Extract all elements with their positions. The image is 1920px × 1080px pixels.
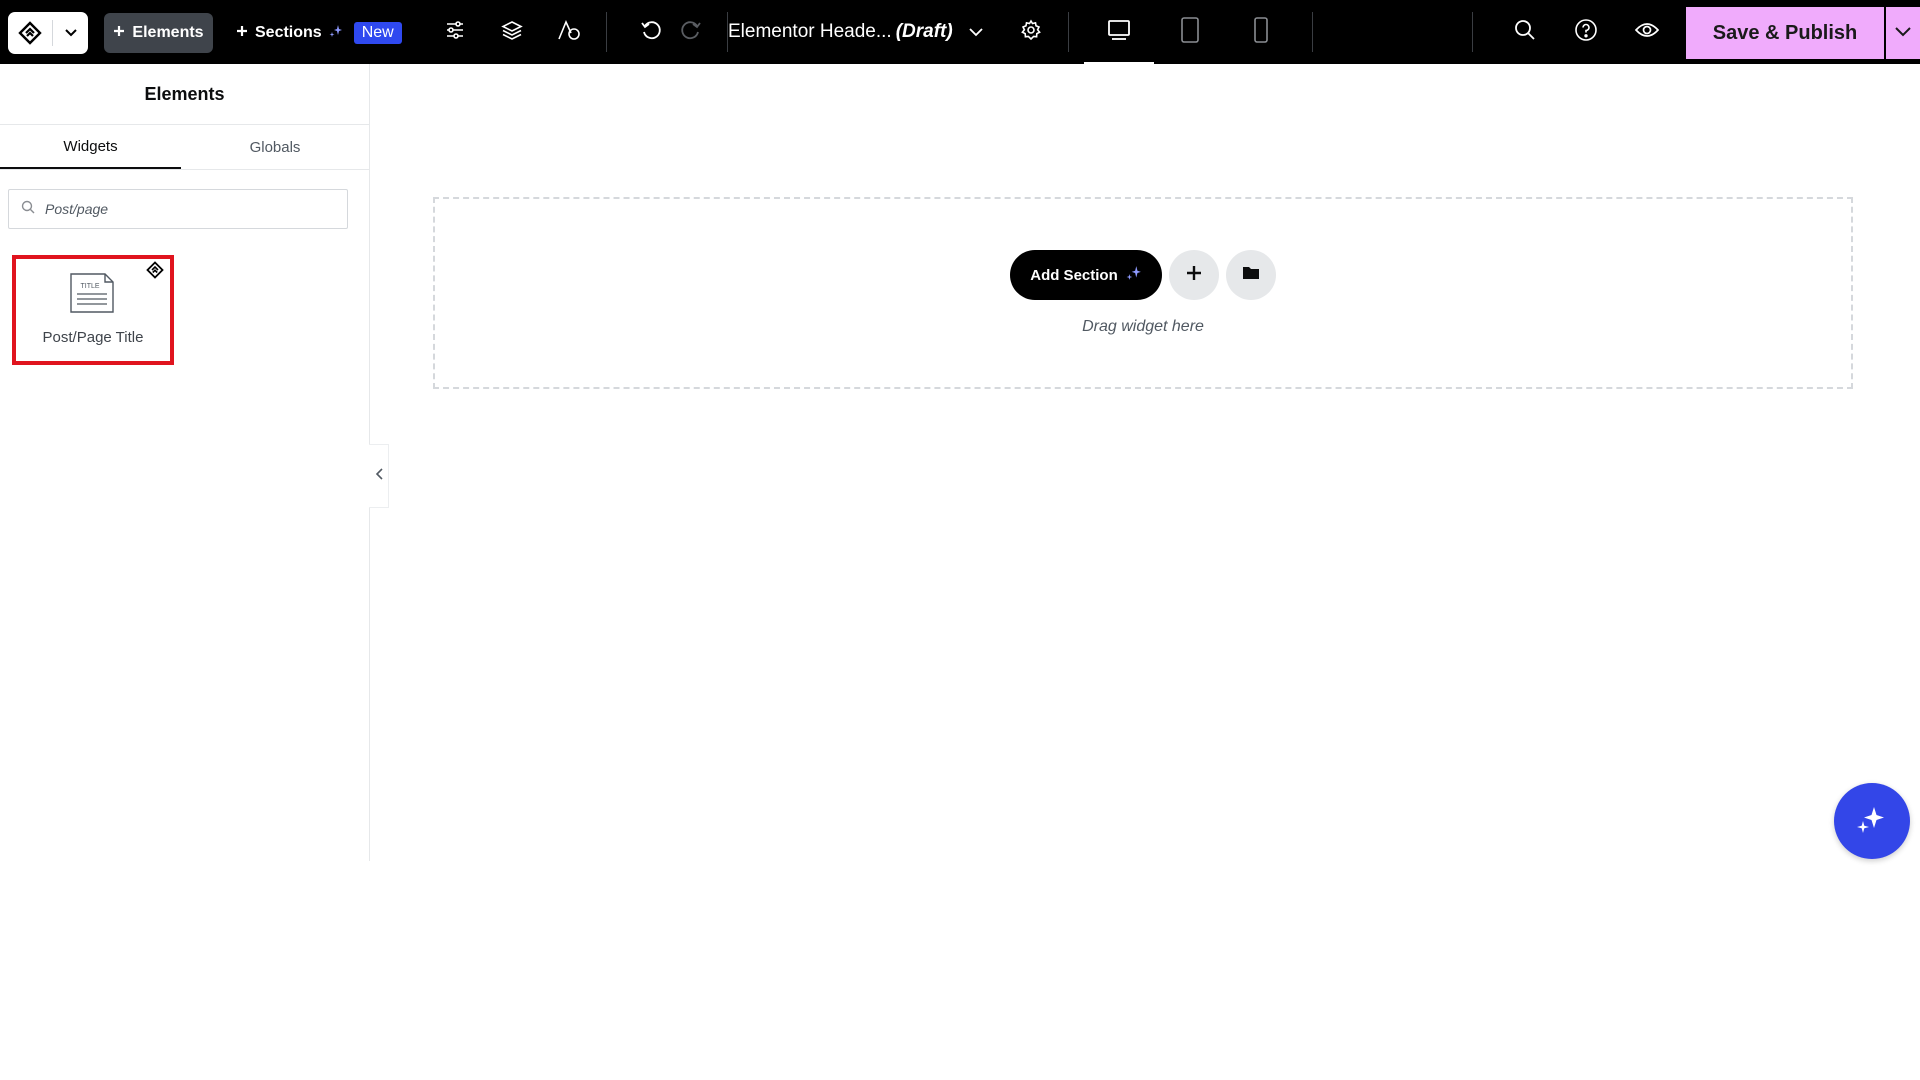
document-title: Elementor Heade... (728, 21, 892, 42)
finder-button[interactable] (552, 0, 586, 64)
page-settings-button[interactable] (1014, 0, 1048, 64)
add-template-button[interactable] (1226, 250, 1276, 300)
preview-button[interactable] (1630, 0, 1664, 64)
post-title-icon-text: TITLE (80, 283, 99, 290)
plus-icon (1186, 265, 1202, 286)
widget-search-box[interactable] (8, 189, 348, 229)
widget-search-input[interactable] (43, 200, 337, 218)
search-icon (1514, 19, 1536, 46)
elementor-logo-icon (8, 12, 52, 54)
widget-post-page-title[interactable]: TITLE Post/Page Title (12, 255, 174, 365)
collapse-panel-button[interactable] (369, 444, 389, 508)
plus-icon (113, 24, 125, 42)
help-icon (1574, 18, 1598, 47)
undo-icon (640, 19, 662, 46)
sparkle-icon (329, 24, 343, 43)
device-tablet-button[interactable] (1155, 0, 1225, 64)
tab-widgets[interactable]: Widgets (0, 125, 181, 170)
tablet-icon (1180, 16, 1200, 48)
tab-globals[interactable]: Globals (181, 125, 369, 169)
gear-icon (1020, 18, 1042, 46)
document-title-button[interactable]: Elementor Heade... (Draft) (728, 0, 983, 64)
search-button[interactable] (1508, 0, 1542, 64)
panel-title: Elements (0, 64, 369, 125)
mobile-icon (1254, 16, 1268, 48)
redo-button[interactable] (674, 0, 708, 64)
chevron-down-icon (53, 12, 88, 54)
widget-label: Post/Page Title (42, 329, 144, 346)
finder-icon (557, 19, 581, 46)
plus-icon (236, 24, 248, 42)
chevron-down-icon (1895, 24, 1911, 42)
elementor-menu-button[interactable] (8, 12, 88, 54)
help-button[interactable] (1569, 0, 1603, 64)
pro-badge-icon (146, 261, 164, 284)
site-settings-button[interactable] (438, 0, 472, 64)
desktop-icon (1107, 19, 1131, 46)
elements-panel: Elements Widgets Globals TITLE (0, 64, 370, 861)
device-mobile-button[interactable] (1226, 0, 1296, 64)
add-container-button[interactable] (1169, 250, 1219, 300)
active-device-indicator (1084, 62, 1154, 64)
document-status: (Draft) (895, 21, 953, 42)
structure-layers-icon (501, 19, 523, 46)
structure-button[interactable] (495, 0, 529, 64)
ai-assistant-button[interactable] (1834, 783, 1910, 859)
add-section-button[interactable]: Add Section (1010, 250, 1162, 300)
chevron-left-icon (375, 467, 383, 485)
sparkle-icon (1855, 802, 1889, 841)
preview-eye-icon (1634, 21, 1660, 44)
drag-widget-hint: Drag widget here (1082, 318, 1204, 335)
elements-button-label: Elements (132, 24, 204, 41)
add-elements-button[interactable]: Elements (104, 13, 213, 53)
search-icon (21, 200, 35, 219)
add-section-label: Add Section (1030, 266, 1118, 284)
sparkle-icon (1126, 265, 1142, 285)
device-desktop-button[interactable] (1084, 0, 1154, 64)
site-settings-icon (444, 19, 466, 46)
post-title-icon: TITLE (69, 273, 115, 318)
folder-icon (1242, 265, 1260, 285)
editor-top-bar: Elements Sections New Elementor Heade...… (0, 0, 1920, 64)
publish-options-button[interactable] (1886, 7, 1920, 59)
chevron-down-icon (969, 21, 983, 43)
save-publish-button[interactable]: Save & Publish (1686, 7, 1884, 59)
redo-icon (680, 19, 702, 46)
sections-button-label: Sections (255, 24, 322, 41)
new-badge: New (353, 22, 402, 44)
sections-button[interactable]: Sections New (236, 13, 402, 53)
undo-button[interactable] (634, 0, 668, 64)
